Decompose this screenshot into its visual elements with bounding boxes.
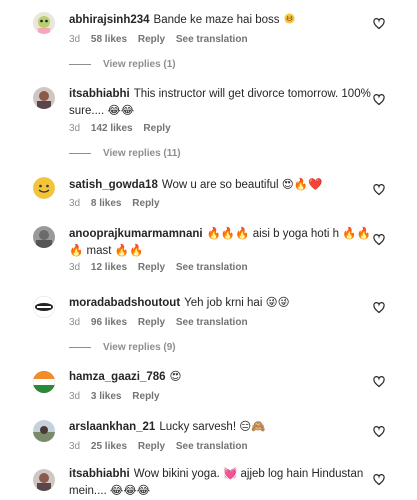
comment-meta: 3d 3 likes Reply (69, 391, 168, 402)
reply-button[interactable]: Reply (138, 317, 165, 328)
comment-body: anooprajkumarmamnani 🔥🔥🔥 aisi b yoga hoti… (69, 226, 375, 260)
heart-outline-icon[interactable] (373, 302, 385, 314)
comment-body: itsabhiabhi This instructor will get divo… (69, 86, 375, 120)
comment-meta: 3d 25 likes Reply See translation (69, 441, 256, 452)
comment-time: 3d (69, 123, 81, 134)
heart-outline-icon[interactable] (373, 376, 385, 388)
heart-outline-icon[interactable] (373, 426, 385, 438)
comment-username[interactable]: arslaankhan_21 (69, 421, 155, 433)
comment-meta: 3d 142 likes Reply (69, 123, 179, 134)
comment-text: Lucky sarvesh! 😑🙈 (159, 421, 266, 433)
heart-outline-icon[interactable] (373, 184, 385, 196)
likes-count[interactable]: 58 likes (91, 34, 127, 45)
avatar[interactable] (33, 296, 55, 318)
comment-time: 3d (69, 198, 81, 209)
likes-count[interactable]: 8 likes (91, 198, 122, 209)
avatar[interactable] (33, 87, 55, 109)
reply-button[interactable]: Reply (143, 123, 170, 134)
comment-body: itsabhiabhi Wow bikini yoga. 💓 ajjeb log … (69, 466, 375, 500)
view-replies-button[interactable]: View replies (11) (69, 148, 181, 159)
comment-time: 3d (69, 391, 81, 402)
comment-time: 3d (69, 441, 81, 452)
view-replies-label[interactable]: View replies (11) (103, 148, 181, 159)
view-replies-label[interactable]: View replies (1) (103, 59, 176, 70)
comment-text: Yeh job krni hai 😜😜 (184, 297, 290, 309)
comment-text: 😍 (169, 371, 182, 383)
comment-username[interactable]: satish_gowda18 (69, 179, 158, 191)
reply-button[interactable]: Reply (138, 441, 165, 452)
comment-body: arslaankhan_21 Lucky sarvesh! 😑🙈 (69, 419, 375, 436)
comment-meta: 3d 58 likes Reply See translation (69, 34, 256, 45)
likes-count[interactable]: 25 likes (91, 441, 127, 452)
reply-button[interactable]: Reply (132, 198, 159, 209)
grin-emoji-icon (284, 13, 295, 24)
reply-button[interactable]: Reply (138, 262, 165, 273)
comment-body: abhirajsinh234 Bande ke maze hai boss (69, 12, 375, 29)
reply-button[interactable]: Reply (138, 34, 165, 45)
likes-count[interactable]: 96 likes (91, 317, 127, 328)
comment-meta: 3d 96 likes Reply See translation (69, 317, 256, 328)
likes-count[interactable]: 142 likes (91, 123, 133, 134)
replies-divider (69, 64, 91, 65)
comment-meta: 3d 8 likes Reply (69, 198, 168, 209)
see-translation-button[interactable]: See translation (176, 317, 248, 328)
reply-button[interactable]: Reply (132, 391, 159, 402)
comment-time: 3d (69, 317, 81, 328)
replies-divider (69, 347, 91, 348)
comment-username[interactable]: abhirajsinh234 (69, 14, 150, 26)
comment-body: hamza_gaazi_786 😍 (69, 369, 375, 386)
heart-outline-icon[interactable] (373, 18, 385, 30)
comment-text: Wow u are so beautiful 😍🔥❤️ (161, 179, 323, 191)
replies-divider (69, 153, 91, 154)
avatar[interactable] (33, 420, 55, 442)
view-replies-button[interactable]: View replies (9) (69, 342, 176, 353)
comment-time: 3d (69, 34, 81, 45)
avatar[interactable] (33, 371, 55, 393)
see-translation-button[interactable]: See translation (176, 262, 248, 273)
comment-username[interactable]: hamza_gaazi_786 (69, 371, 166, 383)
heart-outline-icon[interactable] (373, 234, 385, 246)
comment-meta: 3d 12 likes Reply See translation (69, 262, 256, 273)
comment-username[interactable]: itsabhiabhi (69, 88, 130, 100)
heart-outline-icon[interactable] (373, 474, 385, 486)
heart-outline-icon[interactable] (373, 94, 385, 106)
avatar[interactable] (33, 177, 55, 199)
comment-body: moradabadshoutout Yeh job krni hai 😜😜 (69, 295, 375, 312)
avatar[interactable] (33, 226, 55, 248)
likes-count[interactable]: 3 likes (91, 391, 122, 402)
see-translation-button[interactable]: See translation (176, 34, 248, 45)
comment-username[interactable]: anooprajkumarmamnani (69, 228, 203, 240)
avatar[interactable] (33, 469, 55, 491)
likes-count[interactable]: 12 likes (91, 262, 127, 273)
comment-text: Bande ke maze hai boss (153, 14, 280, 26)
comment-username[interactable]: moradabadshoutout (69, 297, 180, 309)
comment-time: 3d (69, 262, 81, 273)
comment-body: satish_gowda18 Wow u are so beautiful 😍🔥❤… (69, 177, 375, 194)
view-replies-button[interactable]: View replies (1) (69, 59, 176, 70)
view-replies-label[interactable]: View replies (9) (103, 342, 176, 353)
avatar[interactable] (33, 12, 55, 34)
comment-username[interactable]: itsabhiabhi (69, 468, 130, 480)
see-translation-button[interactable]: See translation (176, 441, 248, 452)
